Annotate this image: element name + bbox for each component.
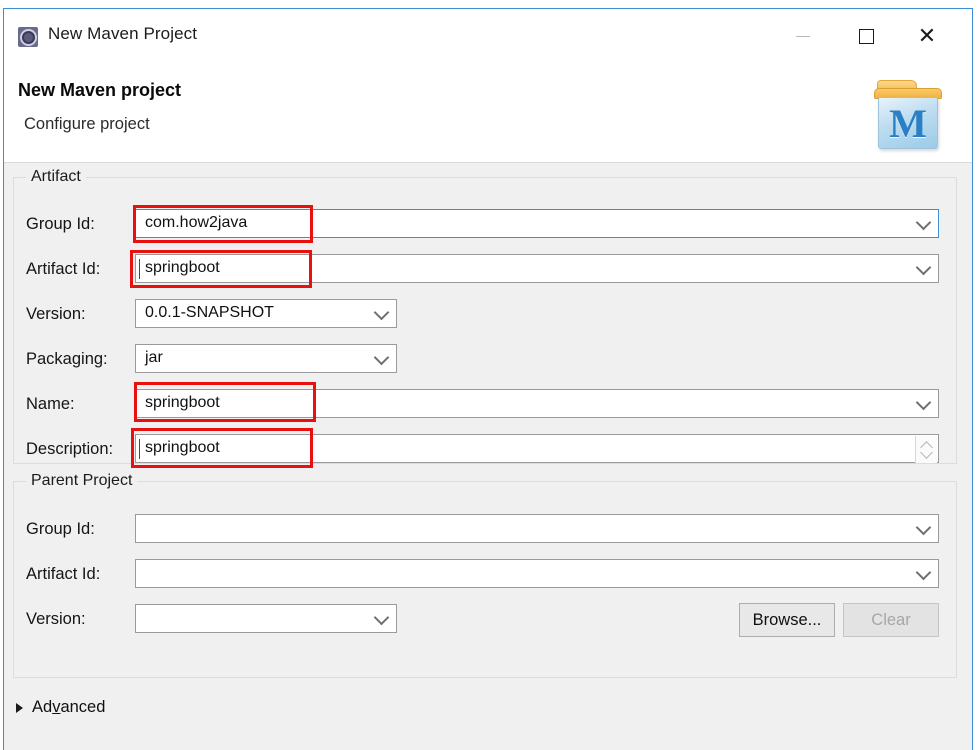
triangle-right-icon [16,702,23,713]
chevron-down-icon[interactable] [373,349,390,366]
value-artifact-description: springboot [145,439,220,456]
label-artifact-artifact-id: Artifact Id: [26,260,101,278]
logo-letter: M [889,101,927,146]
wizard-body: Artifact Group Id: com.how2java Artifact… [4,163,972,750]
value-artifact-packaging: jar [145,349,163,366]
artifact-group-legend: Artifact [26,168,86,186]
label-artifact-description: Description: [26,440,114,458]
label-artifact-version: Version: [26,305,86,323]
parent-project-group-legend: Parent Project [26,472,138,490]
advanced-expander[interactable]: Advanced [16,698,105,717]
value-artifact-artifact-id: springboot [145,259,220,276]
label-artifact-packaging: Packaging: [26,350,108,368]
input-artifact-name[interactable]: springboot [135,389,939,418]
chevron-down-icon[interactable] [373,609,390,626]
description-spinner[interactable] [915,436,937,463]
title-bar: New Maven Project ✕ [4,9,972,63]
maven-folder-logo: M [864,69,950,153]
close-button[interactable]: ✕ [904,19,950,53]
clear-button: Clear [843,603,939,637]
browse-button[interactable]: Browse... [739,603,835,637]
label-artifact-group-id: Group Id: [26,215,95,233]
label-parent-artifact-id: Artifact Id: [26,565,101,583]
minimize-icon [796,35,810,37]
maximize-button[interactable] [843,19,889,53]
minimize-button[interactable] [780,19,826,53]
maven-gear-icon [18,27,38,47]
window-title: New Maven Project [48,24,198,43]
input-artifact-description[interactable]: springboot [135,434,939,463]
page-title: New Maven project [18,80,182,100]
input-parent-version[interactable] [135,604,397,633]
close-icon: ✕ [917,23,937,48]
value-artifact-version: 0.0.1-SNAPSHOT [145,304,274,321]
input-parent-artifact-id[interactable] [135,559,939,588]
input-artifact-version[interactable]: 0.0.1-SNAPSHOT [135,299,397,328]
chevron-down-icon[interactable] [915,394,932,411]
wizard-header: New Maven project Configure project M [4,63,972,163]
input-artifact-group-id[interactable]: com.how2java [135,209,939,238]
input-artifact-artifact-id[interactable]: springboot [135,254,939,283]
page-subtitle: Configure project [24,115,150,133]
chevron-down-icon[interactable] [915,519,932,536]
chevron-down-icon[interactable] [915,259,932,276]
chevron-down-icon[interactable] [915,214,932,231]
value-artifact-name: springboot [145,394,220,411]
chevron-down-icon[interactable] [915,564,932,581]
input-parent-group-id[interactable] [135,514,939,543]
advanced-label: Advanced [32,698,106,716]
chevron-down-icon[interactable] [373,304,390,321]
new-maven-project-dialog: New Maven Project ✕ New Maven project Co… [3,8,973,750]
maximize-icon [858,28,874,44]
label-parent-group-id: Group Id: [26,520,95,538]
label-parent-version: Version: [26,610,86,628]
label-artifact-name: Name: [26,395,75,413]
input-artifact-packaging[interactable]: jar [135,344,397,373]
value-artifact-group-id: com.how2java [145,214,248,231]
